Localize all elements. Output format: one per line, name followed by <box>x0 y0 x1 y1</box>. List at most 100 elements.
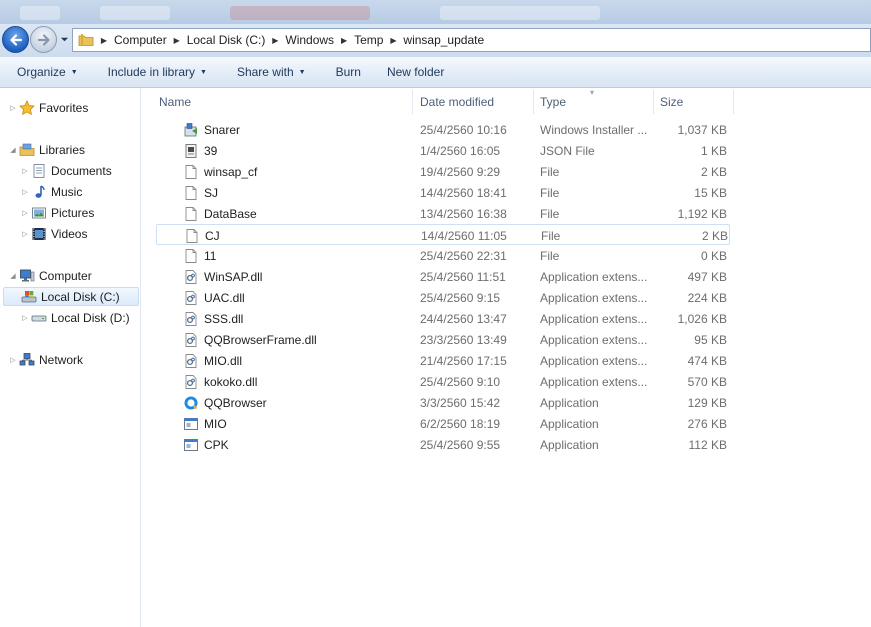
file-row[interactable]: QQBrowserFrame.dll 23/3/2560 13:49 Applica… <box>156 329 730 350</box>
nav-item-documents[interactable]: ▷ Documents <box>20 161 111 180</box>
file-name-cell[interactable]: QQBrowserFrame.dll <box>180 329 410 350</box>
expand-icon[interactable]: ▷ <box>20 314 30 322</box>
pictures-icon <box>30 205 48 221</box>
file-date-modified: 25/4/2560 9:55 <box>420 437 501 452</box>
file-name-cell[interactable]: SJ <box>180 182 410 203</box>
nav-item-local-disk-d[interactable]: ▷ Local Disk (D:) <box>20 308 129 327</box>
forward-button[interactable] <box>30 26 57 53</box>
file-name-cell[interactable]: SSS.dll <box>180 308 410 329</box>
file-row[interactable]: 39 1/4/2560 16:05 JSON File 1 KB <box>156 140 730 161</box>
file-name-cell[interactable]: kokoko.dll <box>180 371 410 392</box>
file-name-cell[interactable]: WinSAP.dll <box>180 266 410 287</box>
file-name-cell[interactable]: DataBase <box>180 203 410 224</box>
nav-item-network[interactable]: ▷ Network <box>8 350 83 369</box>
file-row[interactable]: 11 25/4/2560 22:31 File 0 KB <box>156 245 730 266</box>
file-row[interactable]: QQBrowser 3/3/2560 15:42 Application 129 KB <box>156 392 730 413</box>
file-size: 224 KB <box>687 290 727 305</box>
file-type: Application extens... <box>540 353 648 368</box>
file-row[interactable]: UAC.dll 25/4/2560 9:15 Application extens.… <box>156 287 730 308</box>
file-row[interactable]: WinSAP.dll 25/4/2560 11:51 Application ext… <box>156 266 730 287</box>
file-size: 95 KB <box>694 332 727 347</box>
file-type: File <box>541 228 561 243</box>
file-name: winsap_cf <box>204 164 258 179</box>
breadcrumb-item[interactable]: Windows <box>282 33 337 47</box>
file-row[interactable]: SSS.dll 24/4/2560 13:47 Application extens… <box>156 308 730 329</box>
file-type: Application extens... <box>540 332 648 347</box>
collapse-icon[interactable]: ◢ <box>8 272 18 280</box>
file-row[interactable]: winsap_cf 19/4/2560 9:29 File 2 KB <box>156 161 730 182</box>
expand-icon[interactable]: ▷ <box>20 209 30 217</box>
breadcrumb-item[interactable]: Temp <box>351 33 386 47</box>
navigation-bar: ▶ Computer ▶ Local Disk (C:) ▶ Windows ▶… <box>0 24 871 57</box>
nav-item-pictures[interactable]: ▷ Pictures <box>20 203 94 222</box>
breadcrumb-item[interactable]: Local Disk (C:) <box>184 33 269 47</box>
expand-icon[interactable]: ▷ <box>20 167 30 175</box>
breadcrumb-separator-icon[interactable]: ▶ <box>170 36 184 45</box>
nav-item-local-disk-c[interactable]: Local Disk (C:) <box>3 287 139 306</box>
expand-icon[interactable]: ▷ <box>8 356 18 364</box>
share-with-button[interactable]: Share with ▼ <box>228 60 315 84</box>
recent-pages-button[interactable] <box>58 33 70 45</box>
breadcrumb-separator-icon[interactable]: ▶ <box>386 36 400 45</box>
collapse-icon[interactable]: ◢ <box>8 146 18 154</box>
burn-button[interactable]: Burn <box>327 60 370 84</box>
file-row[interactable]: MIO.dll 21/4/2560 17:15 Application extens… <box>156 350 730 371</box>
nav-item-videos[interactable]: ▷ Videos <box>20 224 87 243</box>
chevron-down-icon: ▼ <box>70 68 78 76</box>
address-bar[interactable]: ▶ Computer ▶ Local Disk (C:) ▶ Windows ▶… <box>72 28 871 52</box>
nav-item-favorites[interactable]: ▷ Favorites <box>8 98 88 117</box>
file-name-cell[interactable]: MIO <box>180 413 410 434</box>
new-folder-button[interactable]: New folder <box>378 60 453 84</box>
file-name-cell[interactable]: 39 <box>180 140 410 161</box>
include-in-library-button[interactable]: Include in library ▼ <box>99 60 216 84</box>
expand-icon[interactable]: ▷ <box>8 104 18 112</box>
file-row[interactable]: CJ 14/4/2560 11:05 File 2 KB <box>156 224 730 245</box>
file-date-modified: 6/2/2560 18:19 <box>420 416 501 431</box>
organize-button[interactable]: Organize ▼ <box>8 60 87 84</box>
file-name-cell[interactable]: CPK <box>180 434 410 455</box>
file-row[interactable]: CPK 25/4/2560 9:55 Application 112 KB <box>156 434 730 455</box>
file-date-modified: 1/4/2560 16:05 <box>420 143 501 158</box>
breadcrumb-separator-icon[interactable]: ▶ <box>268 36 282 45</box>
breadcrumb-separator-icon[interactable]: ▶ <box>97 36 111 45</box>
file-type: Windows Installer ... <box>540 122 648 137</box>
breadcrumb-separator-icon[interactable]: ▶ <box>337 36 351 45</box>
column-header-size[interactable]: Size <box>654 90 734 114</box>
file-name-cell[interactable]: UAC.dll <box>180 287 410 308</box>
file-name-cell[interactable]: MIO.dll <box>180 350 410 371</box>
file-row[interactable]: MIO 6/2/2560 18:19 Application 276 KB <box>156 413 730 434</box>
nav-item-libraries[interactable]: ◢ Libraries <box>8 140 85 159</box>
file-type: File <box>540 185 560 200</box>
file-name-cell[interactable]: QQBrowser <box>180 392 410 413</box>
breadcrumb-item[interactable]: winsap_update <box>400 33 487 47</box>
breadcrumb-item[interactable]: Computer <box>111 33 170 47</box>
blurred-tab <box>230 6 370 20</box>
computer-icon <box>18 268 36 284</box>
share-with-label: Share with <box>236 65 294 79</box>
file-name-cell[interactable]: CJ <box>181 225 411 246</box>
nav-item-music[interactable]: ▷ Music <box>20 182 82 201</box>
expand-icon[interactable]: ▷ <box>20 230 30 238</box>
nav-label: Computer <box>39 268 92 283</box>
column-label: Size <box>660 95 684 109</box>
nav-label: Videos <box>51 226 88 241</box>
dll-icon <box>183 353 199 369</box>
column-header-name[interactable]: Name <box>153 90 413 114</box>
file-date-modified: 14/4/2560 18:41 <box>420 185 507 200</box>
file-name: MIO <box>204 416 227 431</box>
music-icon <box>30 184 48 200</box>
back-button[interactable] <box>2 26 29 53</box>
file-row[interactable]: SJ 14/4/2560 18:41 File 15 KB <box>156 182 730 203</box>
file-name-cell[interactable]: 11 <box>180 245 410 266</box>
file-date-modified: 25/4/2560 11:51 <box>420 269 506 284</box>
file-name-cell[interactable]: winsap_cf <box>180 161 410 182</box>
file-name-cell[interactable]: Snarer <box>180 119 410 140</box>
column-header-date-modified[interactable]: Date modified <box>414 90 534 114</box>
nav-item-computer[interactable]: ◢ Computer <box>8 266 92 285</box>
file-row[interactable]: DataBase 13/4/2560 16:38 File 1,192 KB <box>156 203 730 224</box>
file-row[interactable]: kokoko.dll 25/4/2560 9:10 Application exte… <box>156 371 730 392</box>
file-row[interactable]: Snarer 25/4/2560 10:16 Windows Installer .… <box>156 119 730 140</box>
expand-icon[interactable]: ▷ <box>20 188 30 196</box>
file-name: CPK <box>204 437 229 452</box>
organize-label: Organize <box>17 65 66 79</box>
